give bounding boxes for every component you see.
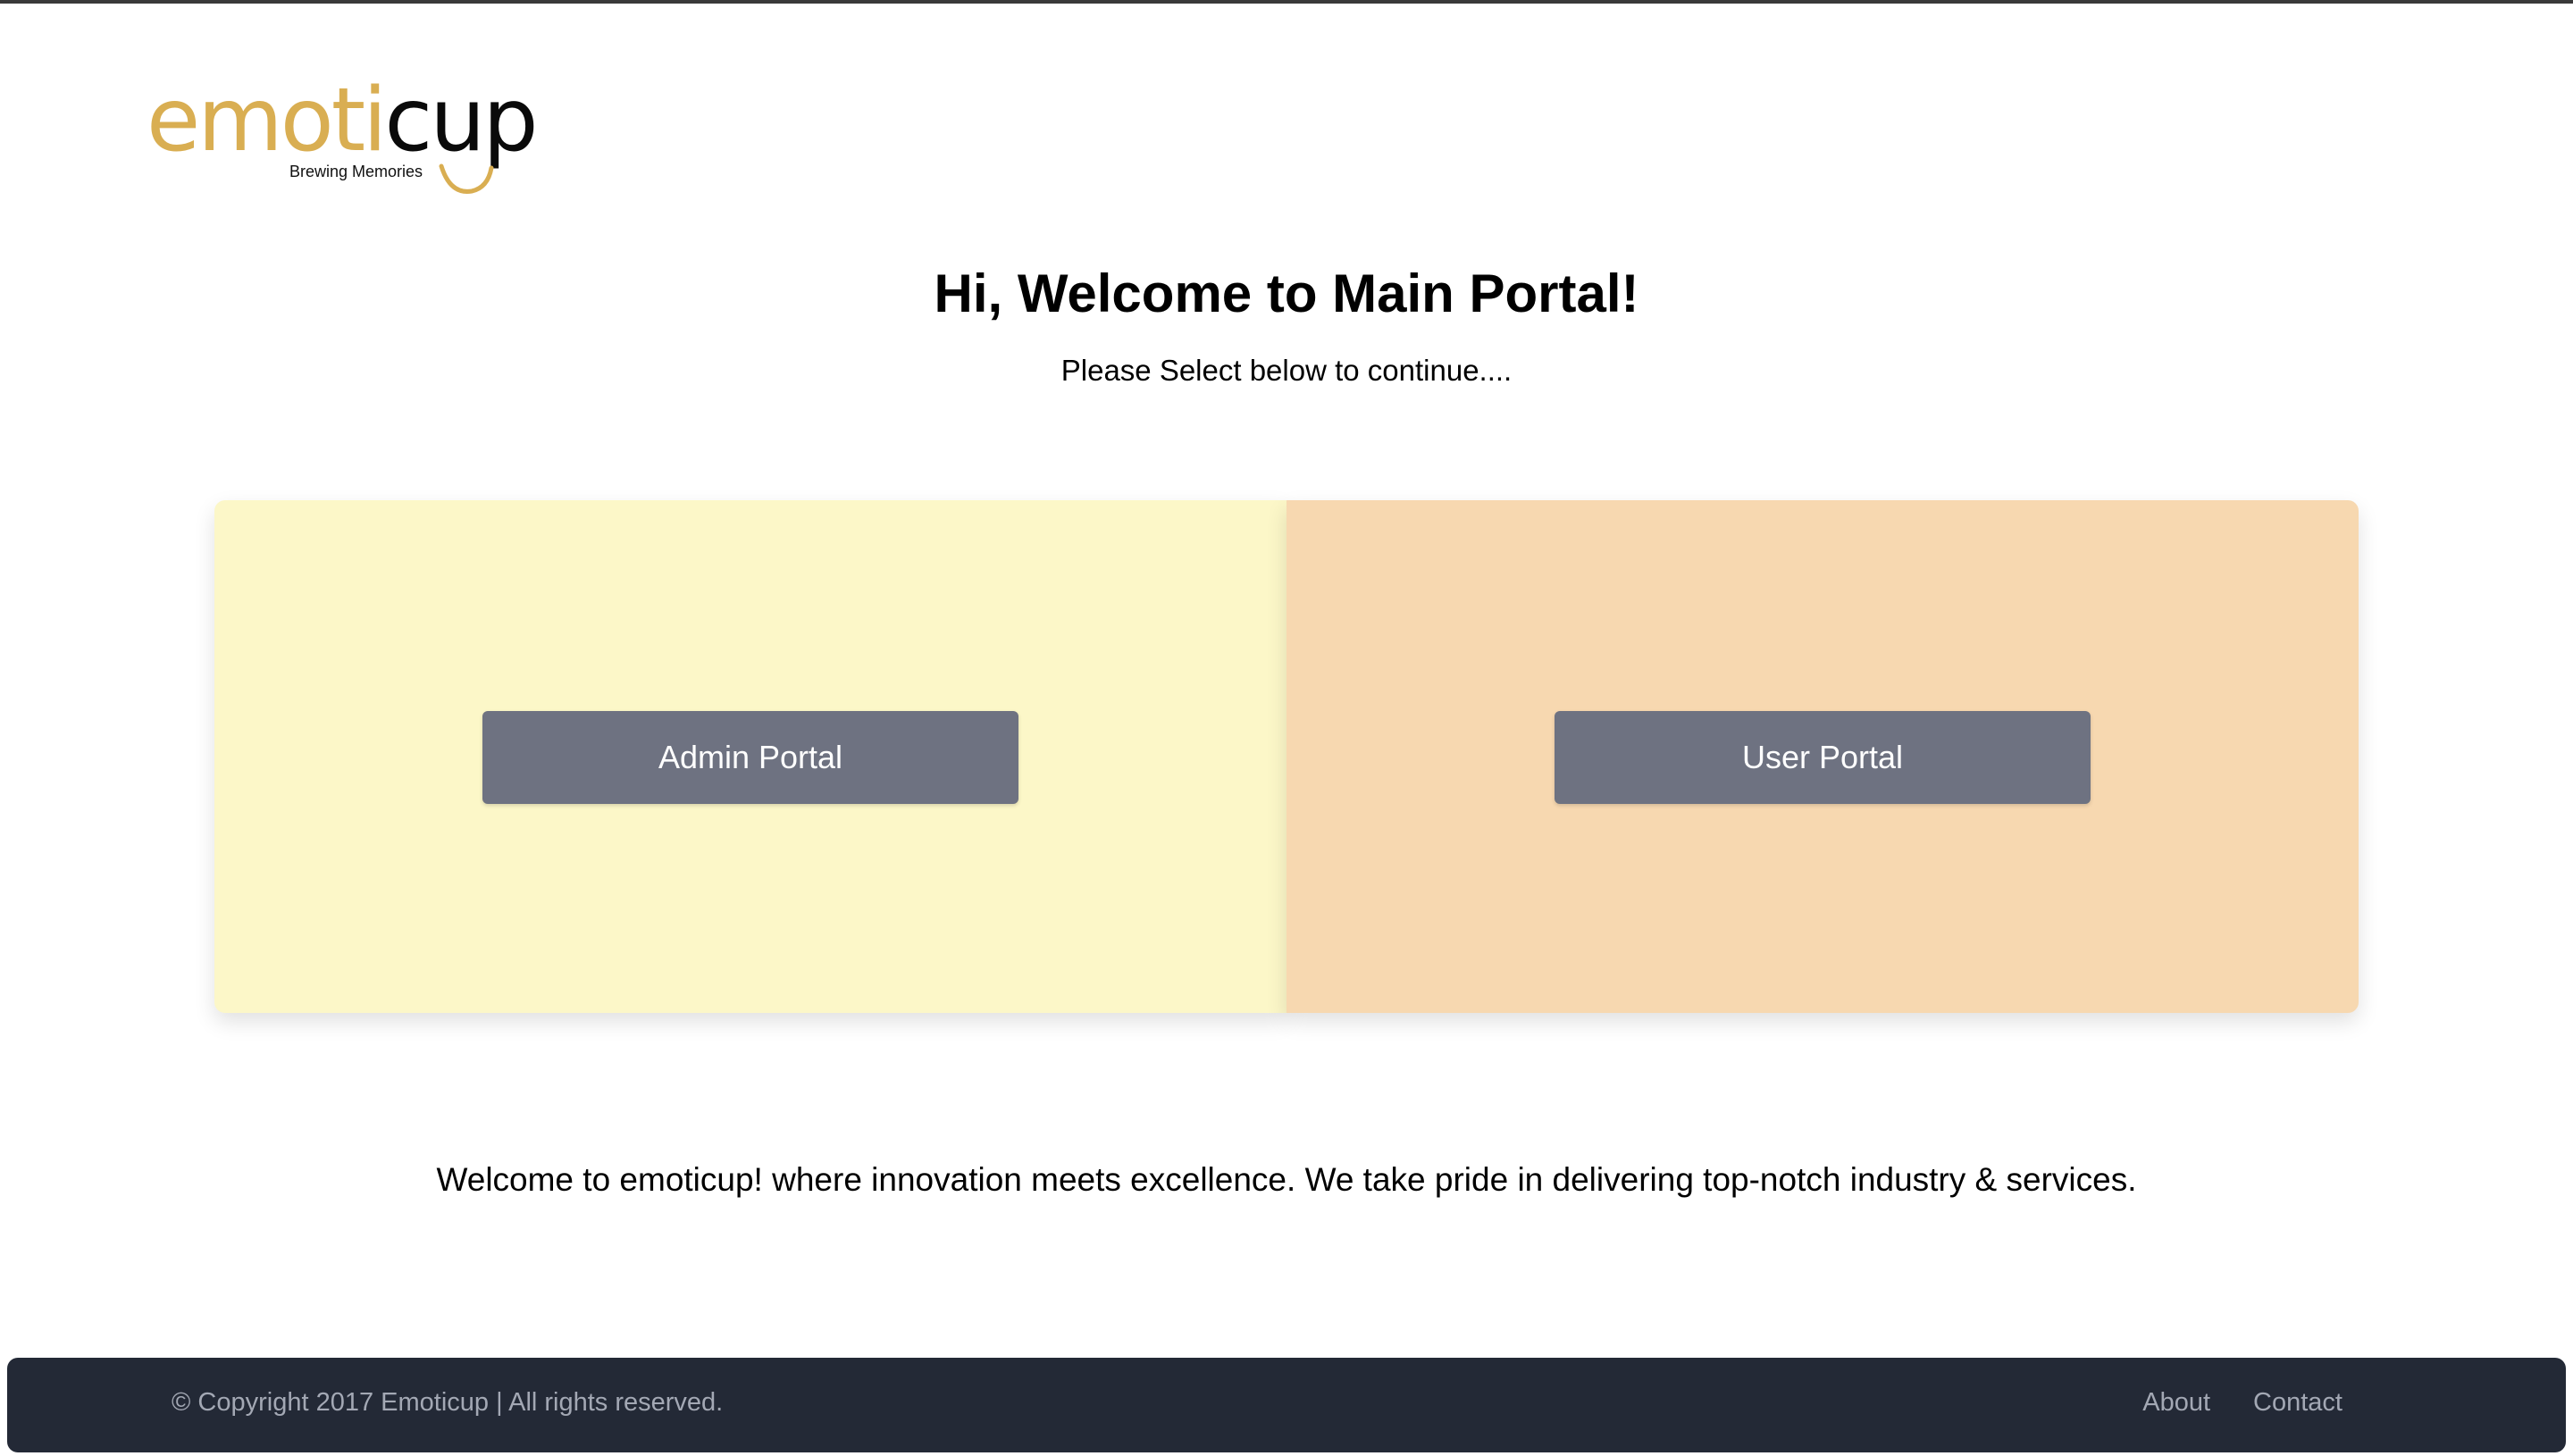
footer-copyright: © Copyright 2017 Emoticup | All rights r… [172, 1388, 724, 1417]
admin-portal-card: Admin Portal [214, 500, 1286, 1013]
intro-text: Welcome to emoticup! where innovation me… [436, 1161, 2137, 1198]
user-portal-card: User Portal [1286, 500, 2359, 1013]
user-portal-button[interactable]: User Portal [1555, 711, 2091, 804]
footer: © Copyright 2017 Emoticup | All rights r… [7, 1358, 2566, 1452]
page-title: Hi, Welcome to Main Portal! [934, 264, 1639, 323]
logo-wordmark: emoticup [147, 77, 539, 164]
page: emoticup Brewing Memories Hi, Welcome to… [0, 0, 2573, 1456]
logo-tagline: Brewing Memories [289, 163, 423, 180]
page-subtitle: Please Select below to continue.... [1060, 354, 1513, 387]
emoticup-logo[interactable]: emoticup Brewing Memories [147, 77, 539, 205]
admin-portal-button[interactable]: Admin Portal [482, 711, 1018, 804]
footer-link-contact[interactable]: Contact [2253, 1388, 2343, 1418]
logo-cup-swoosh-icon [439, 163, 494, 194]
footer-link-about[interactable]: About [2142, 1388, 2210, 1418]
logo-brand-part1: emoti [147, 70, 387, 172]
footer-nav: About Contact [2142, 1388, 2343, 1418]
